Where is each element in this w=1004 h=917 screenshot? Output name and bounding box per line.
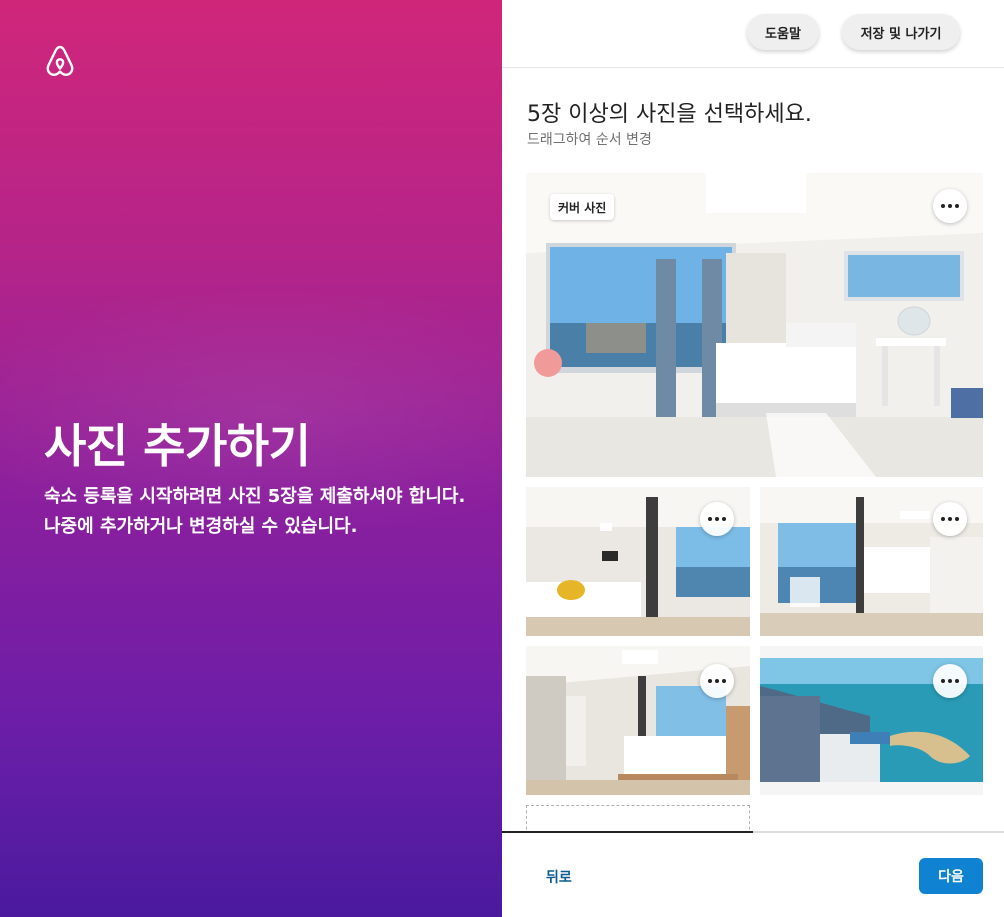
more-options-icon[interactable] <box>700 502 734 536</box>
page-heading: 5장 이상의 사진을 선택하세요. <box>527 102 812 127</box>
photo-upload-panel: 도움말 저장 및 나가기 5장 이상의 사진을 선택하세요. 드래그하여 순서 … <box>502 0 1004 917</box>
top-bar: 도움말 저장 및 나가기 <box>502 0 1004 68</box>
help-button[interactable]: 도움말 <box>747 14 819 50</box>
photo-tile-2[interactable] <box>526 487 750 636</box>
airbnb-logo-icon[interactable] <box>44 44 76 78</box>
footer: 뒤로 다음 <box>502 833 1004 917</box>
hero-description: 숙소 등록을 시작하려면 사진 5장을 제출하셔야 합니다. 나중에 추가하거나… <box>44 486 466 537</box>
back-button[interactable]: 뒤로 <box>546 867 572 887</box>
more-options-icon[interactable] <box>933 664 967 698</box>
cover-photo-badge: 커버 사진 <box>550 194 615 220</box>
next-button[interactable]: 다음 <box>919 858 983 894</box>
page-subheading: 드래그하여 순서 변경 <box>527 132 652 148</box>
save-and-exit-button[interactable]: 저장 및 나가기 <box>842 14 960 50</box>
cover-photo[interactable]: 커버 사진 <box>526 173 983 477</box>
hero-title: 사진 추가하기 <box>44 419 311 473</box>
more-options-icon[interactable] <box>933 502 967 536</box>
more-options-icon[interactable] <box>933 189 967 223</box>
photo-tile-4[interactable] <box>526 646 750 795</box>
hero-panel: 사진 추가하기 숙소 등록을 시작하려면 사진 5장을 제출하셔야 합니다. 나… <box>0 0 502 917</box>
more-options-icon[interactable] <box>700 664 734 698</box>
photo-tile-3[interactable] <box>760 487 983 636</box>
photo-tile-5[interactable] <box>760 646 983 795</box>
